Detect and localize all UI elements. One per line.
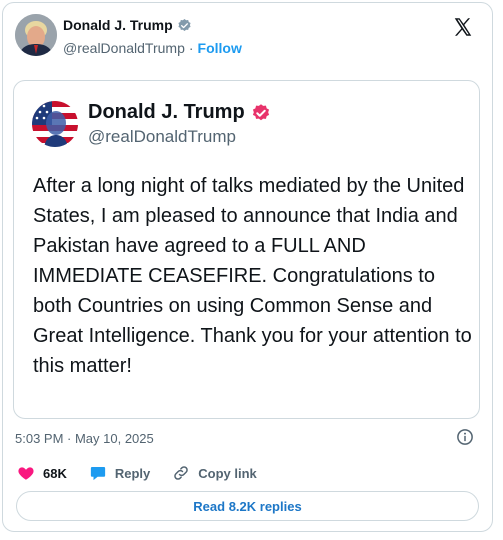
tweet-embed-card: Donald J. Trump @realDonaldTrump · Follo… xyxy=(2,2,493,532)
copy-link-button[interactable]: Copy link xyxy=(172,464,257,482)
quoted-author-handle[interactable]: @realDonaldTrump xyxy=(88,127,236,147)
author-avatar[interactable] xyxy=(15,14,57,56)
link-icon xyxy=(174,466,189,480)
separator-dot: · xyxy=(188,40,194,56)
quoted-author-avatar[interactable] xyxy=(32,101,78,147)
info-icon[interactable] xyxy=(456,428,474,446)
quoted-post-text: After a long night of talks mediated by … xyxy=(33,175,472,377)
author-subline: @realDonaldTrump · Follow xyxy=(63,40,242,56)
verified-badge-icon xyxy=(252,103,269,120)
author-name-text[interactable]: Donald J. Trump xyxy=(63,17,173,33)
author-handle[interactable]: @realDonaldTrump xyxy=(63,40,185,56)
reply-button[interactable]: Reply xyxy=(89,464,150,482)
quoted-author-name-text[interactable]: Donald J. Trump xyxy=(88,101,245,124)
author-name[interactable]: Donald J. Trump xyxy=(63,17,192,33)
like-count: 68K xyxy=(43,465,67,481)
heart-icon xyxy=(18,467,34,480)
reply-label: Reply xyxy=(114,465,151,481)
x-logo-icon[interactable] xyxy=(452,16,474,38)
quoted-post[interactable]: Donald J. Trump @realDonaldTrump After a… xyxy=(13,80,480,419)
quoted-author-name[interactable]: Donald J. Trump xyxy=(88,101,271,124)
like-button[interactable]: 68K xyxy=(17,464,67,482)
verified-badge-icon xyxy=(178,18,191,31)
copy-link-label: Copy link xyxy=(198,465,257,481)
follow-button[interactable]: Follow xyxy=(198,40,242,56)
reply-bubble-icon xyxy=(90,467,105,481)
action-bar: 68K Reply Copy link xyxy=(17,462,279,484)
post-timestamp[interactable]: 5:03 PM · May 10, 2025 xyxy=(15,431,154,446)
read-replies-button[interactable]: Read 8.2K replies xyxy=(16,491,479,521)
